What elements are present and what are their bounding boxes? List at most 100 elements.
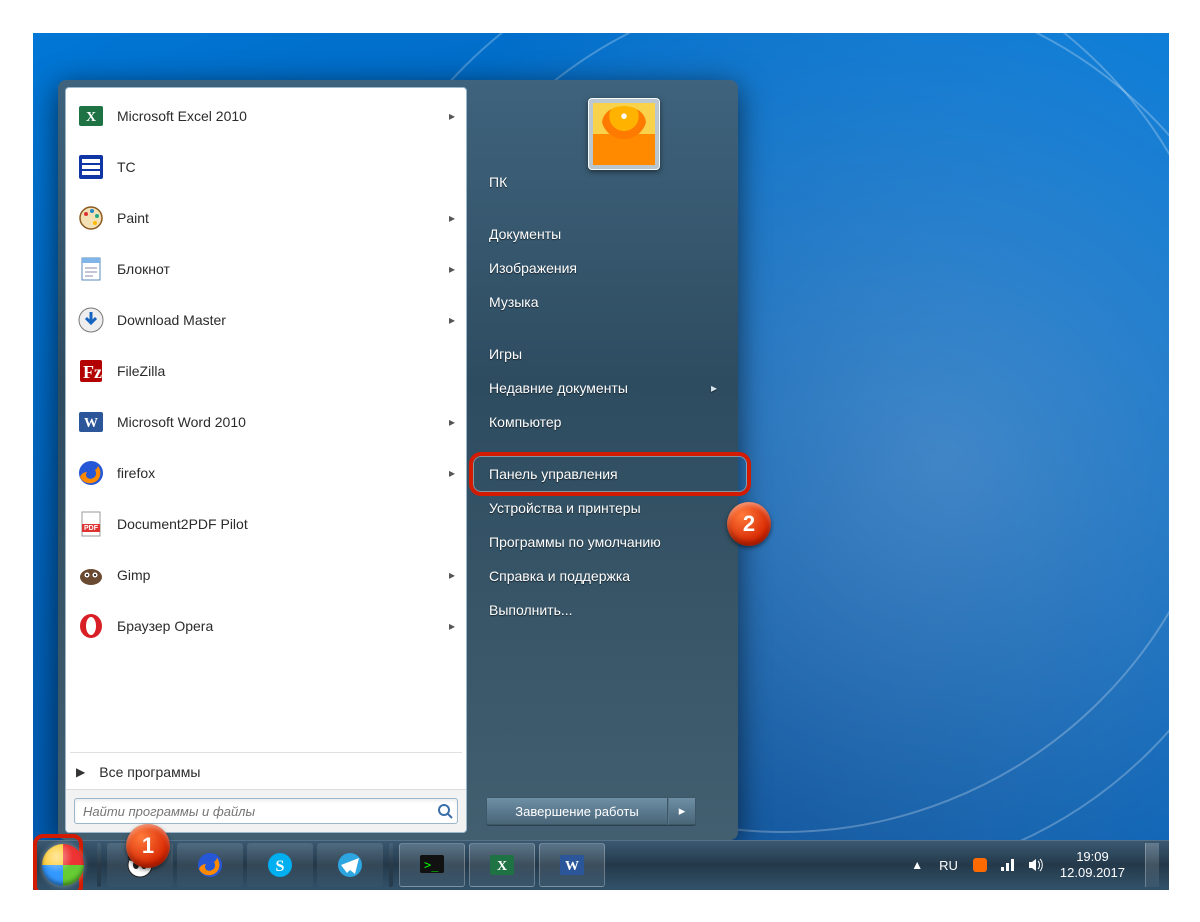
speaker-icon[interactable] <box>1026 855 1046 875</box>
chevron-right-icon: ▸ <box>449 262 457 276</box>
chevron-right-icon: ▸ <box>449 619 457 633</box>
nav-item[interactable]: Документы <box>474 217 732 251</box>
taskbar-app-cmd[interactable]: >_ <box>399 843 465 887</box>
recent-programs-list: XMicrosoft Excel 2010▸TCPaint▸Блокнот▸Do… <box>66 88 466 750</box>
filezilla-icon: Fz <box>75 355 107 387</box>
start-menu: XMicrosoft Excel 2010▸TCPaint▸Блокнот▸Do… <box>58 80 738 840</box>
all-programs-button[interactable]: ▶ Все программы <box>66 755 466 789</box>
nav-label: Музыка <box>489 294 539 310</box>
nav-label: Документы <box>489 226 561 242</box>
nav-label: Изображения <box>489 260 577 276</box>
program-item[interactable]: firefox▸ <box>68 447 464 498</box>
excel-icon: X <box>75 100 107 132</box>
chevron-right-icon: ▸ <box>449 415 457 429</box>
excel-icon: X <box>487 850 517 880</box>
program-item[interactable]: Fz FileZilla <box>68 345 464 396</box>
clock[interactable]: 19:09 12.09.2017 <box>1054 849 1131 880</box>
program-label: Microsoft Excel 2010 <box>117 108 449 124</box>
chevron-right-icon: ▸ <box>679 803 686 819</box>
user-avatar[interactable] <box>588 98 660 170</box>
start-menu-right-pane: ПК Документы Изображения Музыка Игры Недавние… <box>474 87 732 833</box>
program-label: Gimp <box>117 567 449 583</box>
nav-item[interactable]: Изображения <box>474 251 732 285</box>
system-tray: ▲ RU 19:09 12.09.2017 <box>907 843 1169 887</box>
nav-label: Компьютер <box>489 414 561 430</box>
nav-item-control-panel[interactable]: Панель управления <box>474 457 732 491</box>
taskbar: S >_ X W ▲ RU 19:09 12.09.2017 <box>33 840 1169 890</box>
svg-text:>_: >_ <box>424 858 439 872</box>
network-icon[interactable] <box>998 855 1018 875</box>
taskbar-app-firefox[interactable] <box>177 843 243 887</box>
search-input[interactable] <box>74 798 458 824</box>
nav-label: Недавние документы <box>489 380 628 396</box>
nav-item[interactable]: Программы по умолчанию <box>474 525 732 559</box>
shutdown-more-button[interactable]: ▸ <box>668 797 696 825</box>
taskbar-app-telegram[interactable] <box>317 843 383 887</box>
chevron-right-icon: ▶ <box>76 765 85 779</box>
chevron-right-icon: ▸ <box>449 109 457 123</box>
nav-label: Устройства и принтеры <box>489 500 641 516</box>
nav-item[interactable]: Выполнить... <box>474 593 732 627</box>
nav-item[interactable]: Недавние документы ▸ <box>474 371 732 405</box>
callout-marker-1: 1 <box>126 824 170 868</box>
taskbar-app-excel[interactable]: X <box>469 843 535 887</box>
nav-label: Справка и поддержка <box>489 568 630 584</box>
nav-item[interactable]: Компьютер <box>474 405 732 439</box>
clock-date: 12.09.2017 <box>1060 865 1125 881</box>
firefox-icon <box>75 457 107 489</box>
nav-label: Панель управления <box>489 466 618 482</box>
program-label: Document2PDF Pilot <box>117 516 457 532</box>
telegram-icon <box>335 850 365 880</box>
program-label: Браузер Opera <box>117 618 449 634</box>
program-label: Блокнот <box>117 261 449 277</box>
nav-item[interactable]: ПК <box>474 165 732 199</box>
flower-icon <box>593 103 655 165</box>
svg-text:Fz: Fz <box>83 362 102 382</box>
language-indicator[interactable]: RU <box>935 856 962 875</box>
show-desktop-button[interactable] <box>1145 843 1159 887</box>
program-item[interactable]: Gimp▸ <box>68 549 464 600</box>
chevron-right-icon: ▸ <box>449 568 457 582</box>
all-programs-label: Все программы <box>99 764 200 780</box>
nav-label: ПК <box>489 174 507 190</box>
program-item[interactable]: Блокнот▸ <box>68 243 464 294</box>
tray-app-icon[interactable] <box>970 855 990 875</box>
program-item[interactable]: X Microsoft Excel 2010▸ <box>68 90 464 141</box>
program-item[interactable]: Paint▸ <box>68 192 464 243</box>
gimp-icon <box>75 559 107 591</box>
callout-marker-2: 2 <box>727 502 771 546</box>
nav-item[interactable]: Музыка <box>474 285 732 319</box>
nav-item[interactable]: Справка и поддержка <box>474 559 732 593</box>
svg-text:W: W <box>84 416 98 431</box>
taskbar-app-word[interactable]: W <box>539 843 605 887</box>
svg-text:PDF: PDF <box>84 525 99 532</box>
chevron-right-icon: ▸ <box>711 381 717 395</box>
word-icon: W <box>557 850 587 880</box>
tray-overflow-button[interactable]: ▲ <box>907 858 927 872</box>
windows-orb-icon <box>42 844 84 886</box>
program-label: FileZilla <box>117 363 457 379</box>
word-icon: W <box>75 406 107 438</box>
program-label: Download Master <box>117 312 449 328</box>
taskbar-app-skype[interactable]: S <box>247 843 313 887</box>
notepad-icon <box>75 253 107 285</box>
skype-icon: S <box>265 850 295 880</box>
program-item[interactable]: Download Master▸ <box>68 294 464 345</box>
firefox-icon <box>195 850 225 880</box>
chevron-right-icon: ▸ <box>449 313 457 327</box>
clock-time: 19:09 <box>1060 849 1125 865</box>
program-item[interactable]: PDF Document2PDF Pilot <box>68 498 464 549</box>
pdf-icon: PDF <box>75 508 107 540</box>
program-label: firefox <box>117 465 449 481</box>
svg-text:W: W <box>565 859 579 874</box>
shutdown-button[interactable]: Завершение работы <box>486 797 668 825</box>
search-text[interactable] <box>83 804 437 819</box>
nav-item[interactable]: Игры <box>474 337 732 371</box>
program-item[interactable]: TC <box>68 141 464 192</box>
program-item[interactable]: WMicrosoft Word 2010▸ <box>68 396 464 447</box>
start-button[interactable] <box>33 840 93 890</box>
svg-text:X: X <box>86 110 96 125</box>
program-item[interactable]: Браузер Opera▸ <box>68 600 464 651</box>
nav-item[interactable]: Устройства и принтеры <box>474 491 732 525</box>
nav-label: Игры <box>489 346 522 362</box>
